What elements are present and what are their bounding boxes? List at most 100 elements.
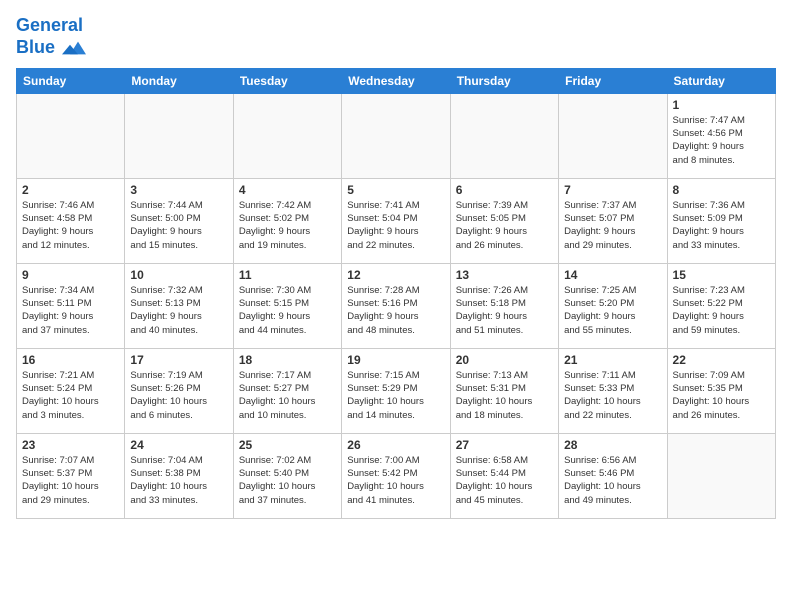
calendar-cell	[559, 93, 667, 178]
day-number: 28	[564, 438, 661, 452]
day-number: 11	[239, 268, 336, 282]
logo-icon	[62, 36, 86, 60]
calendar-cell: 22 Sunrise: 7:09 AM Sunset: 5:35 PM Dayli…	[667, 348, 775, 433]
calendar-cell: 11 Sunrise: 7:30 AM Sunset: 5:15 PM Dayli…	[233, 263, 341, 348]
logo-text2: Blue	[16, 36, 86, 60]
day-info: Sunrise: 7:47 AM Sunset: 4:56 PM Dayligh…	[673, 114, 770, 167]
day-number: 4	[239, 183, 336, 197]
day-info: Sunrise: 7:13 AM Sunset: 5:31 PM Dayligh…	[456, 369, 553, 422]
calendar-cell: 5 Sunrise: 7:41 AM Sunset: 5:04 PM Daylig…	[342, 178, 450, 263]
day-info: Sunrise: 7:34 AM Sunset: 5:11 PM Dayligh…	[22, 284, 119, 337]
day-number: 25	[239, 438, 336, 452]
calendar-body: 1 Sunrise: 7:47 AM Sunset: 4:56 PM Daylig…	[17, 93, 776, 518]
calendar-cell: 21 Sunrise: 7:11 AM Sunset: 5:33 PM Dayli…	[559, 348, 667, 433]
calendar-cell: 18 Sunrise: 7:17 AM Sunset: 5:27 PM Dayli…	[233, 348, 341, 433]
logo: General Blue	[16, 16, 86, 60]
calendar-cell	[667, 433, 775, 518]
day-number: 12	[347, 268, 444, 282]
day-number: 8	[673, 183, 770, 197]
calendar-cell: 26 Sunrise: 7:00 AM Sunset: 5:42 PM Dayli…	[342, 433, 450, 518]
day-number: 19	[347, 353, 444, 367]
day-info: Sunrise: 7:19 AM Sunset: 5:26 PM Dayligh…	[130, 369, 227, 422]
week-row-2: 9 Sunrise: 7:34 AM Sunset: 5:11 PM Daylig…	[17, 263, 776, 348]
day-header-saturday: Saturday	[667, 68, 775, 93]
day-number: 23	[22, 438, 119, 452]
week-row-4: 23 Sunrise: 7:07 AM Sunset: 5:37 PM Dayli…	[17, 433, 776, 518]
week-row-0: 1 Sunrise: 7:47 AM Sunset: 4:56 PM Daylig…	[17, 93, 776, 178]
calendar-cell: 28 Sunrise: 6:56 AM Sunset: 5:46 PM Dayli…	[559, 433, 667, 518]
calendar-cell: 27 Sunrise: 6:58 AM Sunset: 5:44 PM Dayli…	[450, 433, 558, 518]
day-number: 24	[130, 438, 227, 452]
logo-text: General	[16, 16, 86, 36]
header-row: SundayMondayTuesdayWednesdayThursdayFrid…	[17, 68, 776, 93]
day-info: Sunrise: 7:39 AM Sunset: 5:05 PM Dayligh…	[456, 199, 553, 252]
calendar-cell: 23 Sunrise: 7:07 AM Sunset: 5:37 PM Dayli…	[17, 433, 125, 518]
day-info: Sunrise: 7:46 AM Sunset: 4:58 PM Dayligh…	[22, 199, 119, 252]
day-info: Sunrise: 7:44 AM Sunset: 5:00 PM Dayligh…	[130, 199, 227, 252]
day-header-tuesday: Tuesday	[233, 68, 341, 93]
day-info: Sunrise: 7:07 AM Sunset: 5:37 PM Dayligh…	[22, 454, 119, 507]
week-row-3: 16 Sunrise: 7:21 AM Sunset: 5:24 PM Dayli…	[17, 348, 776, 433]
day-number: 1	[673, 98, 770, 112]
day-header-sunday: Sunday	[17, 68, 125, 93]
day-number: 27	[456, 438, 553, 452]
day-info: Sunrise: 7:11 AM Sunset: 5:33 PM Dayligh…	[564, 369, 661, 422]
day-info: Sunrise: 7:41 AM Sunset: 5:04 PM Dayligh…	[347, 199, 444, 252]
calendar-cell: 16 Sunrise: 7:21 AM Sunset: 5:24 PM Dayli…	[17, 348, 125, 433]
calendar-cell	[342, 93, 450, 178]
calendar-cell: 4 Sunrise: 7:42 AM Sunset: 5:02 PM Daylig…	[233, 178, 341, 263]
calendar-cell: 20Sunrise: 7:13 AM Sunset: 5:31 PM Dayli…	[450, 348, 558, 433]
calendar-cell: 13Sunrise: 7:26 AM Sunset: 5:18 PM Dayli…	[450, 263, 558, 348]
day-number: 2	[22, 183, 119, 197]
day-info: Sunrise: 7:02 AM Sunset: 5:40 PM Dayligh…	[239, 454, 336, 507]
page-header: General Blue	[16, 16, 776, 60]
calendar-header: SundayMondayTuesdayWednesdayThursdayFrid…	[17, 68, 776, 93]
day-number: 14	[564, 268, 661, 282]
day-number: 22	[673, 353, 770, 367]
day-number: 3	[130, 183, 227, 197]
day-info: Sunrise: 7:04 AM Sunset: 5:38 PM Dayligh…	[130, 454, 227, 507]
day-number: 18	[239, 353, 336, 367]
day-info: Sunrise: 7:00 AM Sunset: 5:42 PM Dayligh…	[347, 454, 444, 507]
day-info: Sunrise: 7:26 AM Sunset: 5:18 PM Dayligh…	[456, 284, 553, 337]
day-info: Sunrise: 7:42 AM Sunset: 5:02 PM Dayligh…	[239, 199, 336, 252]
calendar-cell: 1 Sunrise: 7:47 AM Sunset: 4:56 PM Daylig…	[667, 93, 775, 178]
day-info: Sunrise: 7:21 AM Sunset: 5:24 PM Dayligh…	[22, 369, 119, 422]
calendar-cell	[450, 93, 558, 178]
day-info: Sunrise: 6:56 AM Sunset: 5:46 PM Dayligh…	[564, 454, 661, 507]
calendar-cell: 2 Sunrise: 7:46 AM Sunset: 4:58 PM Daylig…	[17, 178, 125, 263]
day-header-thursday: Thursday	[450, 68, 558, 93]
day-info: Sunrise: 7:25 AM Sunset: 5:20 PM Dayligh…	[564, 284, 661, 337]
day-info: Sunrise: 6:58 AM Sunset: 5:44 PM Dayligh…	[456, 454, 553, 507]
calendar-cell: 19 Sunrise: 7:15 AM Sunset: 5:29 PM Dayli…	[342, 348, 450, 433]
day-number: 9	[22, 268, 119, 282]
day-info: Sunrise: 7:23 AM Sunset: 5:22 PM Dayligh…	[673, 284, 770, 337]
calendar-cell: 7 Sunrise: 7:37 AM Sunset: 5:07 PM Daylig…	[559, 178, 667, 263]
calendar-cell: 12Sunrise: 7:28 AM Sunset: 5:16 PM Dayli…	[342, 263, 450, 348]
day-header-wednesday: Wednesday	[342, 68, 450, 93]
day-header-monday: Monday	[125, 68, 233, 93]
day-info: Sunrise: 7:15 AM Sunset: 5:29 PM Dayligh…	[347, 369, 444, 422]
day-number: 7	[564, 183, 661, 197]
day-info: Sunrise: 7:17 AM Sunset: 5:27 PM Dayligh…	[239, 369, 336, 422]
day-info: Sunrise: 7:37 AM Sunset: 5:07 PM Dayligh…	[564, 199, 661, 252]
week-row-1: 2 Sunrise: 7:46 AM Sunset: 4:58 PM Daylig…	[17, 178, 776, 263]
calendar-cell: 6 Sunrise: 7:39 AM Sunset: 5:05 PM Daylig…	[450, 178, 558, 263]
day-info: Sunrise: 7:09 AM Sunset: 5:35 PM Dayligh…	[673, 369, 770, 422]
day-info: Sunrise: 7:30 AM Sunset: 5:15 PM Dayligh…	[239, 284, 336, 337]
calendar-cell: 3 Sunrise: 7:44 AM Sunset: 5:00 PM Daylig…	[125, 178, 233, 263]
calendar-cell: 14 Sunrise: 7:25 AM Sunset: 5:20 PM Dayli…	[559, 263, 667, 348]
day-number: 26	[347, 438, 444, 452]
calendar-cell: 10Sunrise: 7:32 AM Sunset: 5:13 PM Dayli…	[125, 263, 233, 348]
day-number: 10	[130, 268, 227, 282]
day-number: 5	[347, 183, 444, 197]
calendar-cell	[125, 93, 233, 178]
calendar-cell: 24 Sunrise: 7:04 AM Sunset: 5:38 PM Dayli…	[125, 433, 233, 518]
calendar-cell: 25 Sunrise: 7:02 AM Sunset: 5:40 PM Dayli…	[233, 433, 341, 518]
day-number: 6	[456, 183, 553, 197]
day-info: Sunrise: 7:36 AM Sunset: 5:09 PM Dayligh…	[673, 199, 770, 252]
calendar-table: SundayMondayTuesdayWednesdayThursdayFrid…	[16, 68, 776, 519]
day-number: 21	[564, 353, 661, 367]
calendar-cell: 15Sunrise: 7:23 AM Sunset: 5:22 PM Dayli…	[667, 263, 775, 348]
day-number: 16	[22, 353, 119, 367]
